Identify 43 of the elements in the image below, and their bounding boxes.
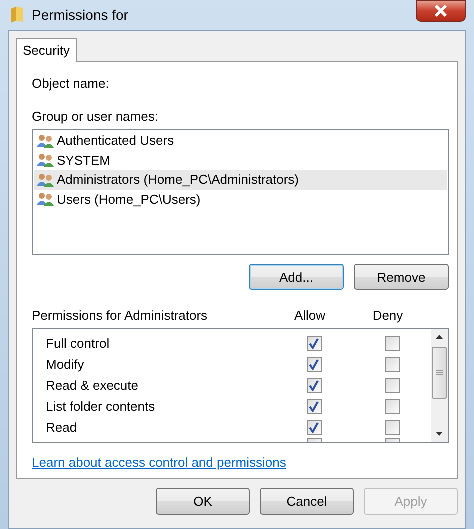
deny-checkbox[interactable]: [384, 420, 400, 435]
allow-checkbox[interactable]: [306, 420, 322, 435]
folder-icon: [10, 6, 24, 24]
allow-checkbox[interactable]: [306, 399, 322, 414]
close-button[interactable]: [416, 0, 466, 22]
down-arrow-icon[interactable]: [436, 432, 443, 436]
help-link[interactable]: Learn about access control and permissions: [32, 455, 286, 470]
group-list-label: Group or user names:: [32, 109, 160, 124]
permission-name: Full control: [45, 336, 111, 351]
deny-checkbox[interactable]: [384, 399, 400, 414]
deny-checkbox[interactable]: [384, 336, 400, 351]
scrollbar-thumb[interactable]: [432, 347, 447, 399]
up-arrow-icon[interactable]: [436, 335, 443, 339]
allow-header: Allow: [293, 308, 327, 322]
permissions-label: Permissions for Administrators: [32, 308, 209, 322]
close-icon: [434, 5, 448, 17]
permission-name: Read: [45, 420, 78, 435]
users-icon: [37, 172, 54, 187]
object-name-label: Object name:: [32, 76, 110, 91]
allow-checkbox[interactable]: [306, 336, 322, 351]
allow-checkbox[interactable]: [306, 378, 322, 393]
group-item[interactable]: Administrators (Home_PC\Administrators): [34, 170, 447, 190]
dialog-button[interactable]: OK: [156, 488, 250, 515]
deny-checkbox[interactable]: [384, 378, 400, 393]
scrollbar[interactable]: [431, 329, 448, 442]
dialog-button[interactable]: Remove: [354, 264, 449, 290]
window-title: Permissions for: [32, 7, 130, 23]
allow-checkbox[interactable]: [306, 357, 322, 372]
permission-name: List folder contents: [45, 399, 156, 414]
dialog-button[interactable]: Add...: [249, 264, 344, 290]
group-item[interactable]: Authenticated Users: [34, 131, 447, 150]
group-item[interactable]: Users (Home_PC\Users): [34, 190, 447, 209]
deny-header: Deny: [372, 308, 404, 322]
users-icon: [37, 134, 54, 148]
permission-name: Modify: [45, 357, 86, 372]
dialog-button[interactable]: Cancel: [260, 488, 354, 515]
deny-checkbox[interactable]: [384, 357, 400, 372]
users-icon: [37, 192, 54, 206]
grip-icon: [436, 370, 443, 376]
tab[interactable]: Security: [16, 38, 77, 62]
group-item[interactable]: SYSTEM: [34, 150, 447, 170]
users-icon: [37, 153, 54, 168]
permission-name: Read & execute: [45, 378, 140, 393]
